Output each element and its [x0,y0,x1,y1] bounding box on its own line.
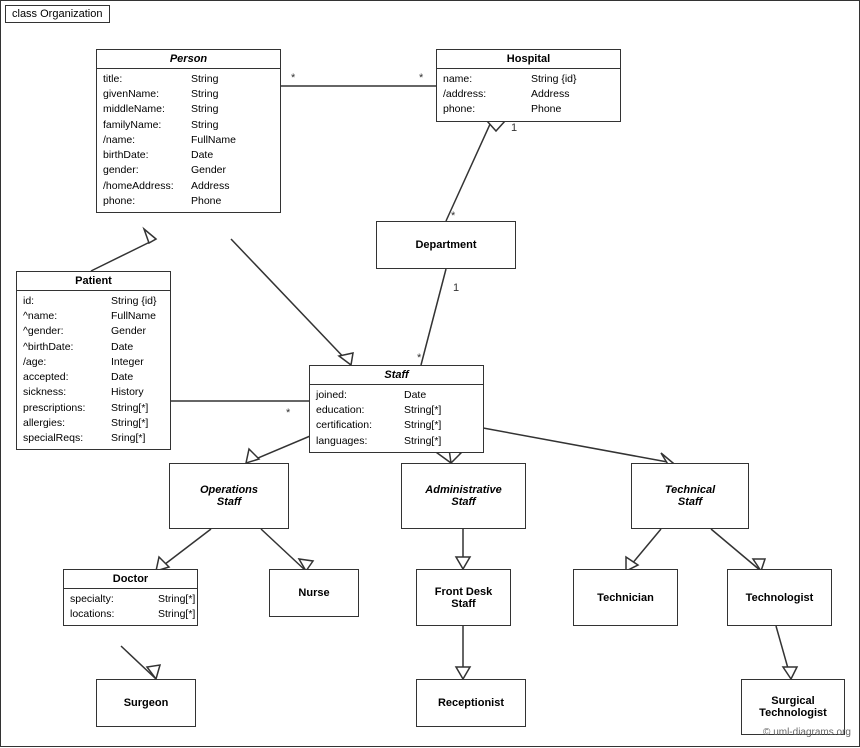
person-body: title:String givenName:String middleName… [97,69,280,212]
technologist-class: Technologist [727,569,832,626]
diagram-container: class Organization 1 * * * 1 * [0,0,860,747]
copyright: © uml-diagrams.org [763,727,851,738]
operations-staff-class: OperationsStaff [169,463,289,529]
staff-body: joined:Date education:String[*] certific… [310,385,483,452]
svg-text:*: * [417,352,422,364]
person-class: Person title:String givenName:String mid… [96,49,281,213]
doctor-class: Doctor specialty:String[*] locations:Str… [63,569,198,626]
patient-title: Patient [17,272,170,291]
staff-title: Staff [310,366,483,385]
hospital-class: Hospital name:String {id} /address:Addre… [436,49,621,122]
svg-text:1: 1 [453,282,459,294]
patient-class: Patient id:String {id} ^name:FullName ^g… [16,271,171,450]
patient-body: id:String {id} ^name:FullName ^gender:Ge… [17,291,170,449]
technician-class: Technician [573,569,678,626]
hospital-body: name:String {id} /address:Address phone:… [437,69,620,121]
doctor-title: Doctor [64,570,197,589]
hospital-title: Hospital [437,50,620,69]
technical-staff-class: TechnicalStaff [631,463,749,529]
doctor-body: specialty:String[*] locations:String[*] [64,589,197,625]
surgeon-class: Surgeon [96,679,196,727]
administrative-staff-class: AdministrativeStaff [401,463,526,529]
nurse-class: Nurse [269,569,359,617]
svg-text:*: * [291,72,296,84]
receptionist-class: Receptionist [416,679,526,727]
svg-text:1: 1 [511,122,517,134]
person-title: Person [97,50,280,69]
department-class: Department [376,221,516,269]
svg-text:*: * [419,72,424,84]
diagram-title: class Organization [5,5,110,23]
svg-text:*: * [286,407,291,419]
front-desk-staff-class: Front DeskStaff [416,569,511,626]
staff-class: Staff joined:Date education:String[*] ce… [309,365,484,453]
